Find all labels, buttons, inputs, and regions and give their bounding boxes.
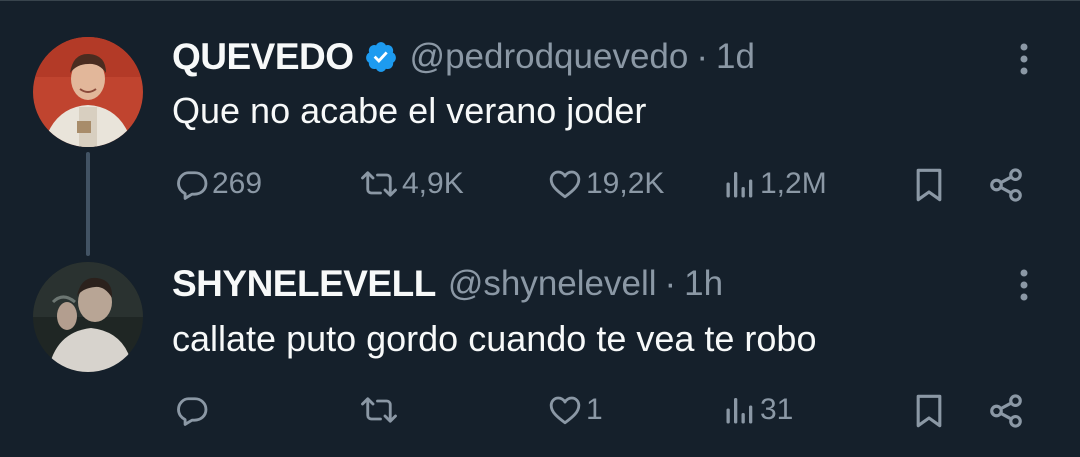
bookmark-button[interactable] xyxy=(912,392,946,430)
tweet-text: Que no acabe el verano joder xyxy=(172,90,647,131)
view-count: 31 xyxy=(760,393,794,426)
timestamp[interactable]: 1h xyxy=(684,264,723,304)
reply-button[interactable] xyxy=(174,392,212,428)
retweet-button[interactable] xyxy=(358,392,402,428)
separator-dot: · xyxy=(696,37,709,76)
avatar-image xyxy=(33,37,143,147)
reply-icon xyxy=(177,171,208,200)
timestamp[interactable]: 1d xyxy=(716,37,755,77)
display-name[interactable]: SHYNELEVELL xyxy=(172,263,436,305)
tweet-original[interactable]: QUEVEDO @pedrodquevedo · 1d Que no acabe… xyxy=(0,0,1080,256)
like-button[interactable]: 1 xyxy=(546,392,603,428)
reply-button[interactable]: 269 xyxy=(174,166,262,202)
views-icon xyxy=(726,398,753,424)
tweet-header: QUEVEDO @pedrodquevedo · 1d xyxy=(172,34,755,80)
tweet-reply[interactable]: SHYNELEVELL @shynelevell · 1h callate pu… xyxy=(0,240,1080,457)
avatar-image xyxy=(33,262,143,372)
views-button[interactable]: 1,2M xyxy=(722,166,827,202)
bookmark-icon xyxy=(916,394,942,428)
tweet-text: callate puto gordo cuando te vea te robo xyxy=(172,318,817,359)
bookmark-icon xyxy=(916,168,942,202)
share-button[interactable] xyxy=(986,392,1026,430)
handle[interactable]: @shynelevell xyxy=(448,264,657,304)
retweet-count: 4,9K xyxy=(402,167,464,200)
display-name[interactable]: QUEVEDO xyxy=(172,36,354,78)
handle[interactable]: @pedrodquevedo xyxy=(410,37,689,77)
more-icon[interactable] xyxy=(1010,265,1038,305)
reply-count: 269 xyxy=(212,167,263,200)
tweet-header: SHYNELEVELL @shynelevell · 1h xyxy=(172,261,723,307)
like-icon xyxy=(549,396,581,425)
like-count: 1 xyxy=(586,393,603,426)
share-icon xyxy=(990,394,1022,428)
view-count: 1,2M xyxy=(760,167,827,200)
like-button[interactable]: 19,2K xyxy=(546,166,664,202)
retweet-button[interactable]: 4,9K xyxy=(358,166,464,202)
more-icon[interactable] xyxy=(1010,39,1038,79)
like-icon xyxy=(549,170,581,199)
views-button[interactable]: 31 xyxy=(722,392,793,428)
separator-dot: · xyxy=(664,264,677,303)
avatar[interactable] xyxy=(33,37,143,147)
reply-icon xyxy=(177,397,208,426)
share-button[interactable] xyxy=(986,166,1026,204)
views-icon xyxy=(726,172,753,198)
bookmark-button[interactable] xyxy=(912,166,946,204)
share-icon xyxy=(990,168,1022,202)
avatar[interactable] xyxy=(33,262,143,372)
retweet-icon xyxy=(361,171,397,197)
verified-badge-icon xyxy=(364,40,398,74)
like-count: 19,2K xyxy=(586,167,665,200)
retweet-icon xyxy=(361,397,397,423)
